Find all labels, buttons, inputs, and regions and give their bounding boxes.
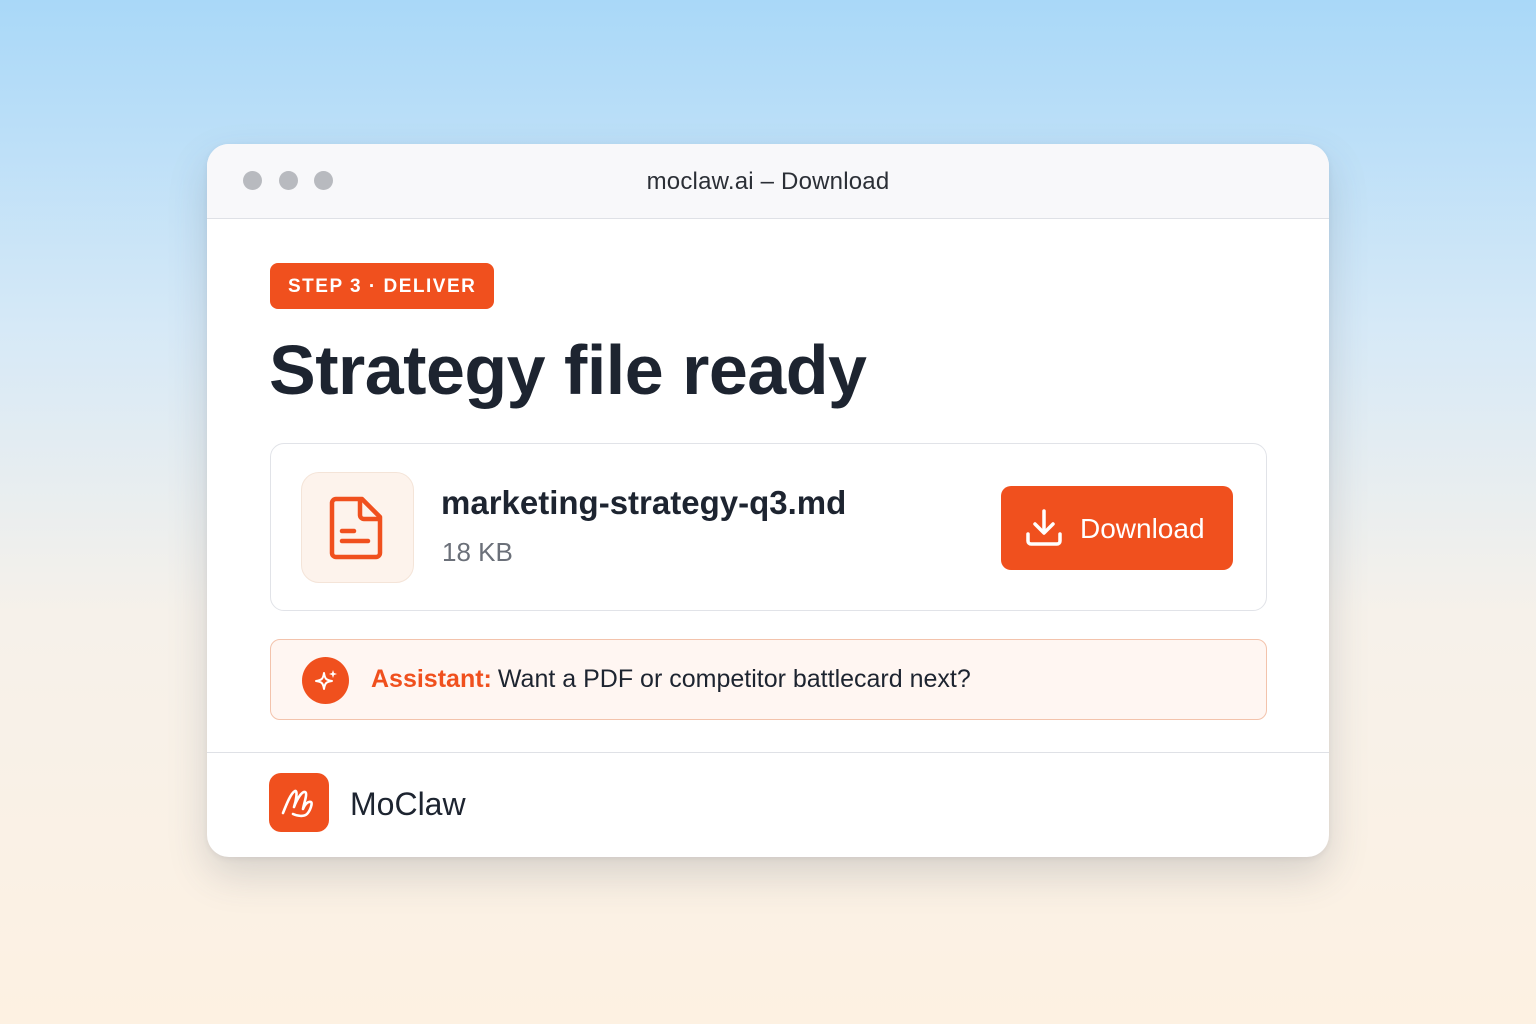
- file-card: marketing-strategy-q3.md 18 KB Download: [270, 443, 1267, 611]
- assistant-message-text: Want a PDF or competitor battlecard next…: [497, 665, 971, 693]
- title-bar: moclaw.ai – Download: [207, 144, 1329, 219]
- assistant-suggestion-bar[interactable]: Assistant: Want a PDF or competitor battl…: [270, 639, 1267, 720]
- footer-divider: [207, 752, 1329, 753]
- step-badge: STEP 3 · DELIVER: [270, 263, 495, 309]
- file-icon-container: [301, 472, 414, 583]
- download-icon: [1026, 509, 1062, 546]
- download-button-label: Download: [1080, 513, 1205, 544]
- document-icon: [329, 496, 383, 560]
- browser-window: moclaw.ai – Download STEP 3 · DELIVER St…: [207, 144, 1329, 857]
- assistant-message: Assistant: Want a PDF or competitor battl…: [371, 665, 971, 694]
- download-button[interactable]: Download: [1001, 486, 1233, 570]
- page-title: Strategy file ready: [269, 331, 867, 409]
- assistant-avatar: [302, 657, 349, 704]
- window-title: moclaw.ai – Download: [646, 168, 890, 195]
- sparkle-icon: [315, 670, 337, 690]
- brand-name: MoClaw: [350, 786, 466, 822]
- file-name: marketing-strategy-q3.md: [441, 484, 847, 521]
- moclaw-logo-mark: [281, 789, 313, 818]
- assistant-label: Assistant:: [371, 665, 492, 693]
- moclaw-logo-icon: [269, 773, 329, 832]
- file-size: 18 KB: [442, 537, 513, 567]
